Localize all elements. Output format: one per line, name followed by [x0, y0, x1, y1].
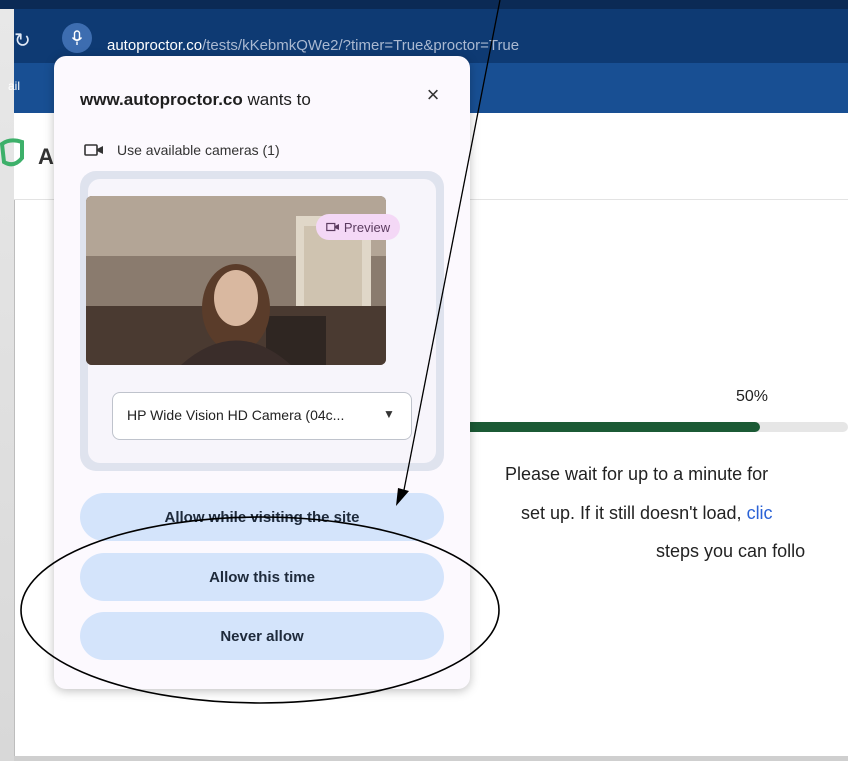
microphone-icon[interactable] — [62, 23, 92, 53]
preview-badge-label: Preview — [343, 219, 391, 235]
window-bottom-edge — [14, 756, 848, 761]
video-preview-icon — [326, 222, 339, 232]
caret-down-icon: ▼ — [383, 407, 395, 421]
loading-message-line-2: set up. If it still doesn't load, clic — [521, 503, 773, 524]
url-text[interactable]: autoproctor.co/tests/kKebmkQWe2/?timer=T… — [107, 37, 519, 54]
allow-while-visiting-button[interactable]: Allow while visiting the site — [80, 493, 444, 541]
desktop-edge — [0, 0, 15, 761]
progress-label: 50% — [736, 388, 769, 405]
close-icon[interactable]: × — [420, 82, 446, 108]
never-allow-button[interactable]: Never allow — [80, 612, 444, 660]
loading-message-line-3: steps you can follo — [656, 541, 806, 561]
camera-select-value: HP Wide Vision HD Camera (04c... — [127, 407, 345, 423]
url-host: autoproctor.co — [107, 37, 203, 54]
camera-permission-label: Use available cameras (1) — [117, 142, 280, 158]
popup-title-suffix: wants to — [242, 90, 311, 109]
allow-this-time-button[interactable]: Allow this time — [80, 553, 444, 601]
permission-popup: www.autoproctor.co wants to × Use availa… — [54, 56, 470, 689]
preview-badge: Preview — [316, 214, 400, 240]
popup-title: www.autoproctor.co wants to — [80, 90, 311, 110]
camera-icon — [84, 144, 103, 156]
progress-fill — [430, 422, 760, 432]
window-top-edge — [0, 0, 848, 9]
loading-message-line-1: Please wait for up to a minute for — [505, 464, 769, 484]
url-path: /tests/kKebmkQWe2/?timer=True&proctor=Tr… — [202, 37, 520, 54]
bookmark-item[interactable]: ail — [8, 79, 20, 93]
popup-title-host: www.autoproctor.co — [80, 90, 243, 109]
address-bar: ↻ autoproctor.co/tests/kKebmkQWe2/?timer… — [14, 9, 848, 63]
brand-name: A — [38, 144, 54, 169]
refresh-icon[interactable]: ↻ — [14, 31, 31, 51]
shield-logo-icon — [0, 138, 24, 167]
camera-select[interactable]: HP Wide Vision HD Camera (04c... ▼ — [112, 392, 412, 440]
loading-message-text: set up. If it still doesn't load, — [521, 503, 747, 523]
help-link[interactable]: clic — [747, 503, 773, 523]
progress-bar — [430, 422, 848, 432]
